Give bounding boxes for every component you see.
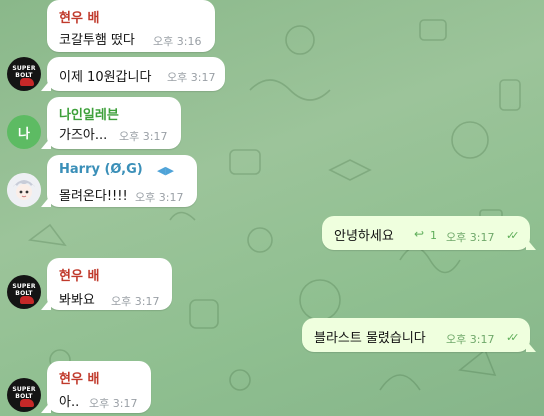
- reply-count[interactable]: 1: [430, 229, 437, 242]
- sneaker-icon: [20, 296, 34, 304]
- message-text: 봐봐요: [59, 293, 95, 308]
- message-bubble[interactable]: 현우 배 봐봐요 오후 3:17: [41, 258, 172, 310]
- sneaker-icon: [20, 78, 34, 86]
- sneaker-icon: [20, 399, 34, 407]
- outgoing-message-bubble[interactable]: 안녕하세요 ↩ 1 오후 3:17 ✓✓: [322, 216, 536, 250]
- sender-name[interactable]: Harry (Ø,G): [59, 162, 143, 177]
- message-time: 오후 3:17: [135, 191, 184, 204]
- avatar[interactable]: [7, 173, 41, 207]
- avatar[interactable]: SUPER BOLT: [7, 57, 41, 91]
- sender-name[interactable]: 현우 배: [59, 368, 99, 387]
- message-bubble[interactable]: Harry (Ø,G) ◀▶ 몰려온다!!!! 오후 3:17: [41, 155, 197, 207]
- message-text: 몰려온다!!!!: [59, 189, 128, 204]
- message-text: 블라스트 물렸습니다: [314, 331, 426, 346]
- message-text: 이제 10원갑니다: [59, 70, 152, 85]
- message-bubble[interactable]: 현우 배 코갈투햄 떴다 오후 3:16: [47, 0, 215, 52]
- message-bubble[interactable]: 나인일레븐 가즈아... 오후 3:17: [41, 97, 181, 149]
- message-bubble[interactable]: 현우 배 아.. 오후 3:17: [41, 361, 151, 413]
- message-time: 오후 3:17: [89, 397, 138, 410]
- message-text: 가즈아...: [59, 128, 108, 143]
- message-time: 오후 3:17: [446, 231, 495, 244]
- message-text: 안녕하세요: [334, 229, 394, 244]
- message-time: 오후 3:17: [167, 71, 216, 84]
- message-time: 오후 3:16: [153, 35, 202, 48]
- outgoing-message-bubble[interactable]: 블라스트 물렸습니다 오후 3:17 ✓✓: [302, 318, 536, 352]
- avatar[interactable]: SUPER BOLT: [7, 378, 41, 412]
- sender-name[interactable]: 현우 배: [59, 7, 99, 26]
- avatar-logo-text: SUPER BOLT: [12, 386, 36, 400]
- message-text: 코갈투햄 떴다: [59, 33, 135, 48]
- sender-name[interactable]: 나인일레븐: [59, 104, 119, 123]
- message-time: 오후 3:17: [446, 333, 495, 346]
- broadcast-icon: ◀▶: [157, 164, 174, 177]
- anime-character-icon: [7, 173, 41, 207]
- read-checks-icon: ✓✓: [506, 229, 520, 242]
- avatar[interactable]: 나: [7, 115, 41, 149]
- reply-icon[interactable]: ↩: [414, 227, 424, 241]
- avatar-logo-text: SUPER BOLT: [12, 65, 36, 79]
- message-text: 아..: [59, 395, 80, 410]
- message-bubble[interactable]: 이제 10원갑니다 오후 3:17: [41, 57, 225, 91]
- message-time: 오후 3:17: [119, 130, 168, 143]
- read-checks-icon: ✓✓: [506, 331, 520, 344]
- avatar-logo-text: SUPER BOLT: [12, 283, 36, 297]
- message-time: 오후 3:17: [111, 295, 160, 308]
- avatar-initial: 나: [18, 126, 30, 142]
- avatar[interactable]: SUPER BOLT: [7, 275, 41, 309]
- sender-name[interactable]: 현우 배: [59, 265, 99, 284]
